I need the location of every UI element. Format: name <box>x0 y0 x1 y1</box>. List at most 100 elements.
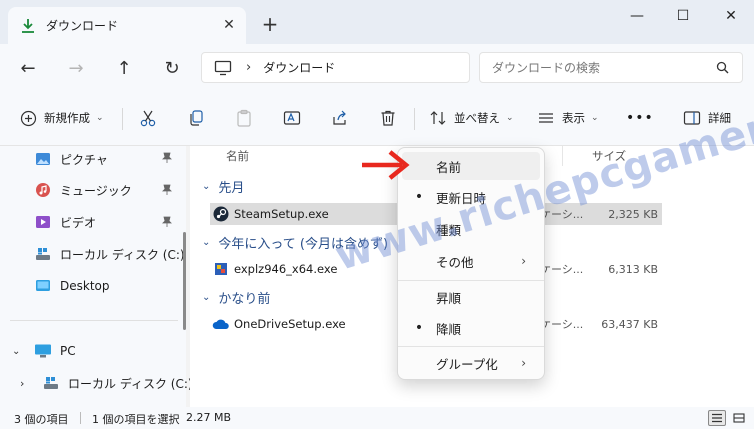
pictures-icon <box>34 150 52 168</box>
sidebar-item-label: ピクチャ <box>60 152 108 167</box>
sort-label: 並べ替え <box>454 111 500 125</box>
videos-icon <box>34 213 52 231</box>
group-label: 先月 <box>218 180 245 196</box>
group-label: 今年に入って (今月は含めず) <box>218 236 389 252</box>
file-size: 2,325 KB <box>608 207 658 221</box>
forward-button[interactable]: → <box>62 54 90 82</box>
cut-button[interactable] <box>138 106 158 130</box>
sort-button[interactable]: 並べ替え ⌄ <box>428 106 514 130</box>
file-name: SteamSetup.exe <box>234 207 329 221</box>
tiles-view-button[interactable] <box>730 410 748 426</box>
toolbar-divider <box>414 108 415 130</box>
details-pane-icon <box>682 108 702 128</box>
status-bar: 3 個の項目 1 個の項目を選択 2.27 MB <box>0 407 754 429</box>
search-box[interactable]: ダウンロードの検索 <box>479 52 743 83</box>
view-button[interactable]: 表示 ⌄ <box>536 106 599 130</box>
title-bar: ダウンロード ✕ + — ☐ ✕ <box>0 0 754 44</box>
menu-item-sort-type[interactable]: 種類 <box>402 215 540 243</box>
paste-button[interactable] <box>234 106 254 130</box>
clipboard-icon <box>234 108 254 128</box>
sidebar-item-label: ローカル ディスク (C:) <box>68 376 193 391</box>
menu-item-label: 更新日時 <box>436 190 487 206</box>
menu-item-sort-name[interactable]: 名前 <box>402 152 540 180</box>
navigation-bar: ← → ↑ ↻ › ダウンロード ダウンロードの検索 <box>0 44 754 90</box>
navigation-pane: ピクチャ ミュージック ビデオ ローカル ディスク (C:) Desktop ⌄ <box>0 146 193 407</box>
tab-close-icon[interactable]: ✕ <box>220 16 238 34</box>
sidebar-item-label: Desktop <box>60 279 110 293</box>
close-window-button[interactable]: ✕ <box>708 0 754 32</box>
steam-icon <box>212 205 230 223</box>
rename-icon <box>282 108 302 128</box>
breadcrumb-separator: › <box>246 60 252 75</box>
computer-icon <box>214 59 232 77</box>
sidebar-item-label: ビデオ <box>60 215 97 230</box>
share-icon <box>330 108 350 128</box>
copy-button[interactable] <box>186 106 206 130</box>
view-list-icon <box>536 108 556 128</box>
group-header-last-month[interactable]: ⌄ 先月 <box>202 176 244 196</box>
pc-icon <box>34 342 52 360</box>
sidebar-item-pc[interactable]: ⌄ PC <box>12 336 190 366</box>
delete-button[interactable] <box>378 106 398 130</box>
group-header-long-ago[interactable]: ⌄ かなり前 <box>202 287 270 307</box>
chevron-down-icon: ⌄ <box>202 236 211 248</box>
breadcrumb-downloads[interactable]: ダウンロード <box>263 59 335 76</box>
sidebar-item-label: PC <box>60 344 76 358</box>
sidebar-item-music[interactable]: ミュージック <box>34 175 212 205</box>
search-icon <box>712 61 732 74</box>
file-name: explz946_x64.exe <box>234 262 338 276</box>
sort-arrows-icon <box>428 108 448 128</box>
new-tab-button[interactable]: + <box>258 12 282 36</box>
search-input[interactable]: ダウンロードの検索 <box>492 59 712 76</box>
file-size: 63,437 KB <box>601 317 658 331</box>
pin-icon <box>162 184 172 199</box>
toolbar-divider <box>122 108 123 130</box>
desktop-folder-icon <box>34 277 52 295</box>
column-header-name[interactable]: 名前 <box>226 148 249 164</box>
menu-item-label: 種類 <box>436 222 462 238</box>
minimize-button[interactable]: — <box>614 0 660 32</box>
command-bar: 新規作成 ⌄ 並べ替え ⌄ 表示 ⌄ ••• 詳細 <box>0 90 754 146</box>
new-button[interactable]: 新規作成 ⌄ <box>18 106 104 130</box>
sidebar-divider <box>10 320 178 321</box>
menu-item-label: 名前 <box>436 159 462 175</box>
details-view-button[interactable] <box>708 410 726 426</box>
plus-circle-icon <box>18 108 38 128</box>
tab-downloads[interactable]: ダウンロード ✕ <box>8 7 246 44</box>
menu-item-sort-date-modified[interactable]: • 更新日時 <box>402 183 540 211</box>
chevron-right-icon[interactable]: › <box>20 377 34 390</box>
more-options-button[interactable]: ••• <box>626 106 654 130</box>
details-view-icon <box>712 413 722 423</box>
sort-menu: 名前 • 更新日時 種類 その他 › 昇順 • 降順 グループ化 › <box>397 147 545 380</box>
music-icon <box>34 181 52 199</box>
sidebar-scrollbar[interactable] <box>183 232 186 330</box>
column-separator <box>562 146 563 166</box>
chevron-right-icon: › <box>521 254 526 268</box>
details-pane-button[interactable]: 詳細 <box>682 106 731 130</box>
chevron-down-icon: ⌄ <box>202 291 211 303</box>
file-type: ケーシ... <box>540 208 584 221</box>
menu-item-ascending[interactable]: 昇順 <box>402 283 540 311</box>
sidebar-item-pc-local-disk[interactable]: › ローカル ディスク (C:) <box>20 368 198 398</box>
menu-item-group-by[interactable]: グループ化 › <box>402 349 540 377</box>
menu-item-descending[interactable]: • 降順 <box>402 314 540 342</box>
menu-separator <box>398 280 544 281</box>
group-header-this-year[interactable]: ⌄ 今年に入って (今月は含めず) <box>202 232 388 252</box>
pin-icon <box>162 152 172 167</box>
menu-item-label: その他 <box>436 254 474 270</box>
menu-item-sort-more[interactable]: その他 › <box>402 247 540 275</box>
selected-bullet-icon: • <box>414 189 424 205</box>
view-label: 表示 <box>562 111 585 125</box>
download-icon <box>20 18 36 34</box>
maximize-button[interactable]: ☐ <box>660 0 706 32</box>
chevron-down-icon[interactable]: ⌄ <box>12 346 26 357</box>
rename-button[interactable] <box>282 106 302 130</box>
refresh-button[interactable]: ↻ <box>158 54 186 82</box>
back-button[interactable]: ← <box>14 54 42 82</box>
address-bar[interactable]: › ダウンロード <box>201 52 470 83</box>
chevron-down-icon: ⌄ <box>506 113 514 123</box>
column-header-size[interactable]: サイズ <box>592 148 626 164</box>
sidebar-item-pictures[interactable]: ピクチャ <box>34 144 212 174</box>
up-button[interactable]: ↑ <box>110 54 138 82</box>
share-button[interactable] <box>330 106 350 130</box>
